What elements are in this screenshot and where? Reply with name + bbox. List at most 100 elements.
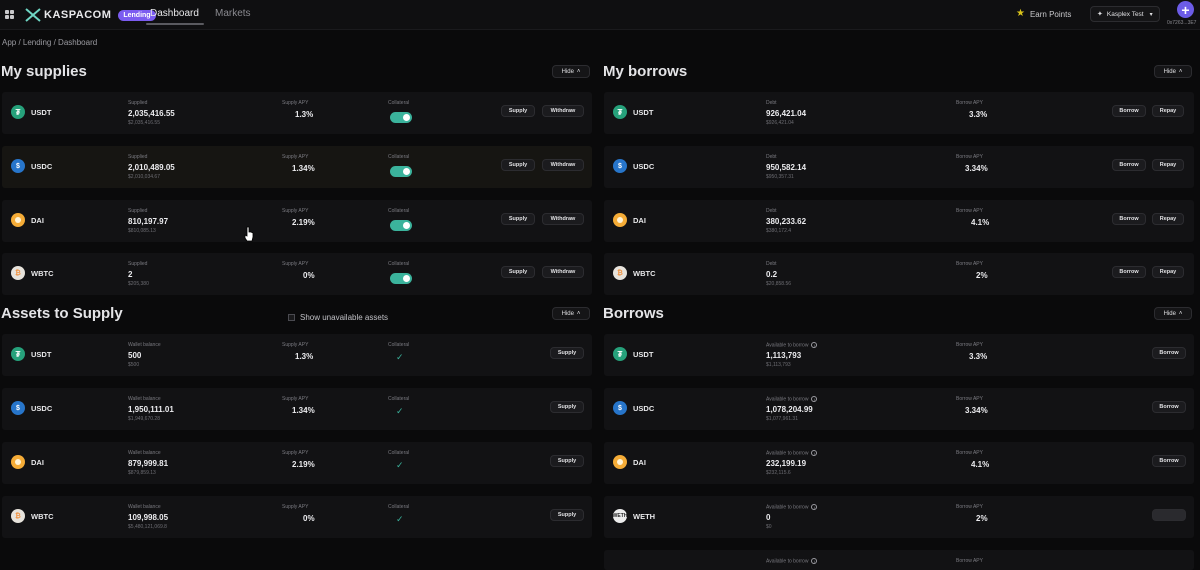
available-label: Available to borrow i xyxy=(766,396,818,402)
asset-supply-row-wbtc: ₿ WBTC Wallet balance 109,998.05 $5,480,… xyxy=(2,496,592,538)
info-icon[interactable]: i xyxy=(811,504,818,510)
hide-borrows-button[interactable]: Hide ˄ xyxy=(1154,65,1192,78)
supply-apy-value: 2.19% xyxy=(292,218,315,227)
available-amount: 1,113,793 xyxy=(766,351,802,360)
hide-assets-borrow-button[interactable]: Hide ˄ xyxy=(1154,307,1192,320)
supply-button[interactable]: Supply xyxy=(501,213,535,225)
show-unavailable-checkbox[interactable] xyxy=(288,314,295,321)
brand-name: KASPACOM xyxy=(44,9,112,21)
network-icon: ✦ xyxy=(1097,11,1103,18)
network-selector[interactable]: ✦ Kasplex Test ▾ xyxy=(1090,6,1160,22)
withdraw-button[interactable]: Withdraw xyxy=(542,266,584,278)
collateral-toggle[interactable] xyxy=(390,220,412,231)
borrow-button[interactable]: Borrow xyxy=(1112,266,1146,278)
brand-logo[interactable]: KASPACOM Lending xyxy=(25,7,156,23)
hide-supplies-button[interactable]: Hide ˄ xyxy=(552,65,590,78)
supply-button[interactable]: Supply xyxy=(501,266,535,278)
supply-apy-value: 2.19% xyxy=(292,460,315,469)
wbtc-icon: ₿ xyxy=(11,266,25,280)
supply-apy-value: 1.34% xyxy=(292,406,315,415)
dai-icon xyxy=(11,213,25,227)
withdraw-button[interactable]: Withdraw xyxy=(542,159,584,171)
borrow-button[interactable]: Borrow xyxy=(1112,105,1146,117)
show-unavailable-toggle[interactable]: Show unavailable assets xyxy=(288,313,388,322)
supplied-amount: 810,197.97 xyxy=(128,217,169,226)
supply-button[interactable]: Supply xyxy=(550,455,584,467)
repay-button[interactable]: Repay xyxy=(1152,213,1184,225)
tab-dashboard[interactable]: Dashboard xyxy=(150,8,199,19)
available-usd: $1,077,961.31 xyxy=(766,416,798,422)
asset-borrow-row-partial: Available to borrow i Borrow APY xyxy=(604,550,1194,570)
supplied-amount: 2,010,489.05 xyxy=(128,163,175,172)
supply-button[interactable]: Supply xyxy=(550,401,584,413)
withdraw-button[interactable]: Withdraw xyxy=(542,105,584,117)
supply-button[interactable]: Supply xyxy=(550,509,584,521)
borrow-button[interactable]: Borrow xyxy=(1112,159,1146,171)
borrow-apy-value: 4.1% xyxy=(971,218,990,227)
supply-apy-value: 0% xyxy=(303,271,315,280)
available-label: Available to borrow i xyxy=(766,450,818,457)
borrow-apy-value: 2% xyxy=(976,271,988,280)
chevron-up-icon: ˄ xyxy=(576,68,581,75)
collateral-toggle[interactable] xyxy=(390,273,412,284)
borrow-button-disabled[interactable] xyxy=(1152,509,1186,521)
available-label-text: Available to borrow xyxy=(766,450,809,457)
chevron-down-icon: ▾ xyxy=(1149,11,1153,18)
collateral-toggle[interactable] xyxy=(390,166,412,177)
asset-symbol: USDT xyxy=(633,350,654,359)
earn-points-link[interactable]: ★ Earn Points xyxy=(1016,9,1071,19)
asset-symbol: USDC xyxy=(633,404,655,413)
borrow-button[interactable]: Borrow xyxy=(1152,455,1186,467)
borrow-button[interactable]: Borrow xyxy=(1152,347,1186,359)
repay-button[interactable]: Repay xyxy=(1152,105,1184,117)
plus-icon[interactable]: + xyxy=(1177,1,1194,18)
available-label-text: Available to borrow xyxy=(766,504,809,511)
supply-row-wbtc: ₿ WBTC Supplied 2 $205,380 Supply APY 0%… xyxy=(2,253,592,295)
asset-symbol: DAI xyxy=(633,458,646,467)
breadcrumb: App / Lending / Dashboard xyxy=(2,38,98,47)
available-label: Available to borrow i xyxy=(766,342,818,348)
asset-symbol: USDT xyxy=(31,108,52,117)
collateral-label: Collateral xyxy=(388,261,410,267)
borrow-button[interactable]: Borrow xyxy=(1152,401,1186,413)
usdc-icon: $ xyxy=(613,159,627,173)
tab-markets[interactable]: Markets xyxy=(215,8,251,19)
asset-symbol: DAI xyxy=(31,458,44,467)
supply-apy-label: Supply APY xyxy=(282,342,309,348)
supply-button[interactable]: Supply xyxy=(501,105,535,117)
supply-button[interactable]: Supply xyxy=(501,159,535,171)
show-unavailable-label: Show unavailable assets xyxy=(300,313,389,322)
debt-label: Debt xyxy=(766,261,777,267)
repay-button[interactable]: Repay xyxy=(1152,159,1184,171)
withdraw-button[interactable]: Withdraw xyxy=(542,213,584,225)
dai-icon xyxy=(11,455,25,469)
debt-label: Debt xyxy=(766,100,777,106)
borrow-row-wbtc: ₿ WBTC Debt 0.2 $20,858.56 Borrow APY 2%… xyxy=(604,253,1194,295)
hide-assets-supply-button[interactable]: Hide ˄ xyxy=(552,307,590,320)
info-icon[interactable]: i xyxy=(811,558,818,564)
available-label: Available to borrow i xyxy=(766,558,818,564)
info-icon[interactable]: i xyxy=(811,342,818,348)
info-icon[interactable]: i xyxy=(811,396,818,402)
supply-apy-value: 1.34% xyxy=(292,164,315,173)
asset-symbol: WBTC xyxy=(31,269,54,278)
collateral-toggle[interactable] xyxy=(390,112,412,123)
supply-row-dai: DAI Supplied 810,197.97 $810,085.13 Supp… xyxy=(2,200,592,242)
hide-label: Hide xyxy=(1163,310,1176,317)
wallet-balance-amount: 109,998.05 xyxy=(128,513,169,522)
available-label: Available to borrow i xyxy=(766,504,818,511)
active-tab-indicator xyxy=(146,23,204,25)
debt-amount: 380,233.62 xyxy=(766,217,807,226)
dai-icon xyxy=(613,455,627,469)
borrow-apy-value: 3.34% xyxy=(965,406,988,415)
repay-button[interactable]: Repay xyxy=(1152,266,1184,278)
collateral-label: Collateral xyxy=(388,100,410,106)
check-icon: ✓ xyxy=(396,460,404,470)
borrow-apy-value: 2% xyxy=(976,514,988,523)
info-icon[interactable]: i xyxy=(811,450,818,456)
available-amount: 0 xyxy=(766,513,771,522)
borrow-button[interactable]: Borrow xyxy=(1112,213,1146,225)
app-grid-icon[interactable] xyxy=(5,10,14,19)
supply-button[interactable]: Supply xyxy=(550,347,584,359)
borrow-apy-label: Borrow APY xyxy=(956,261,983,267)
